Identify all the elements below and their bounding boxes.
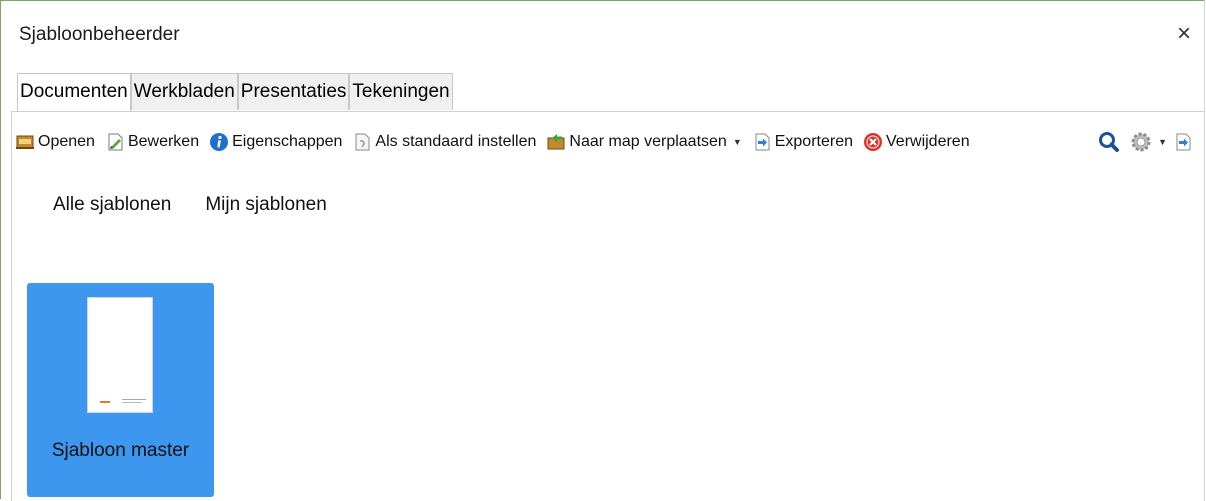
edit-button[interactable]: Bewerken	[105, 127, 199, 157]
edit-document-icon	[105, 132, 125, 152]
tab-documents[interactable]: Documenten	[17, 73, 131, 112]
close-button[interactable]: ×	[1172, 21, 1196, 47]
tab-presentations[interactable]: Presentaties	[237, 73, 350, 110]
export-button[interactable]: Exporteren	[752, 127, 853, 157]
settings-gear-icon[interactable]	[1130, 131, 1152, 153]
properties-label: Eigenschappen	[232, 133, 343, 150]
delete-button[interactable]: Verwijderen	[863, 127, 970, 157]
folder-open-icon	[15, 132, 35, 152]
template-thumbnail	[87, 297, 153, 413]
thumbnail-text-line	[122, 399, 146, 400]
move-to-folder-label: Naar map verplaatsen	[569, 133, 727, 150]
export-icon	[752, 132, 772, 152]
delete-icon	[863, 132, 883, 152]
import-icon[interactable]	[1173, 132, 1193, 152]
tab-drawings[interactable]: Tekeningen	[349, 73, 453, 110]
open-label: Openen	[38, 133, 95, 150]
filter-my-templates[interactable]: Mijn sjablonen	[205, 194, 326, 216]
info-icon	[209, 132, 229, 152]
template-card[interactable]: Sjabloon master	[27, 283, 214, 497]
title-bar: Sjabloonbeheerder ×	[1, 1, 1204, 69]
properties-button[interactable]: Eigenschappen	[209, 127, 342, 157]
template-manager-window: Sjabloonbeheerder × Documenten Werkblade…	[0, 0, 1205, 501]
set-default-label: Als standaard instellen	[375, 133, 537, 150]
template-name: Sjabloon master	[51, 440, 190, 461]
category-tabs: Documenten Werkbladen Presentaties Teken…	[17, 73, 453, 112]
move-to-folder-icon	[546, 132, 566, 152]
move-dropdown-arrow-icon[interactable]: ▼	[733, 137, 742, 147]
template-filters: Alle sjablonen Mijn sjablonen	[53, 194, 361, 216]
thumbnail-logo	[100, 401, 110, 403]
toolbar-right-group: ▼	[1098, 125, 1193, 159]
delete-label: Verwijderen	[886, 133, 970, 150]
set-default-icon	[352, 132, 372, 152]
toolbar: Openen Bewerken Eigenschappen Als standa…	[15, 125, 1197, 159]
open-button[interactable]: Openen	[15, 127, 95, 157]
thumbnail-text-line	[122, 402, 142, 403]
set-default-button[interactable]: Als standaard instellen	[352, 127, 536, 157]
settings-dropdown-arrow-icon[interactable]: ▼	[1158, 137, 1167, 147]
edit-label: Bewerken	[127, 133, 200, 150]
filter-all-templates[interactable]: Alle sjablonen	[53, 194, 171, 216]
window-title: Sjabloonbeheerder	[19, 24, 180, 45]
search-icon[interactable]	[1098, 131, 1120, 153]
tab-spreadsheets[interactable]: Werkbladen	[130, 73, 238, 110]
export-label: Exporteren	[774, 133, 853, 150]
move-to-folder-button[interactable]: Naar map verplaatsen ▼	[546, 127, 742, 157]
